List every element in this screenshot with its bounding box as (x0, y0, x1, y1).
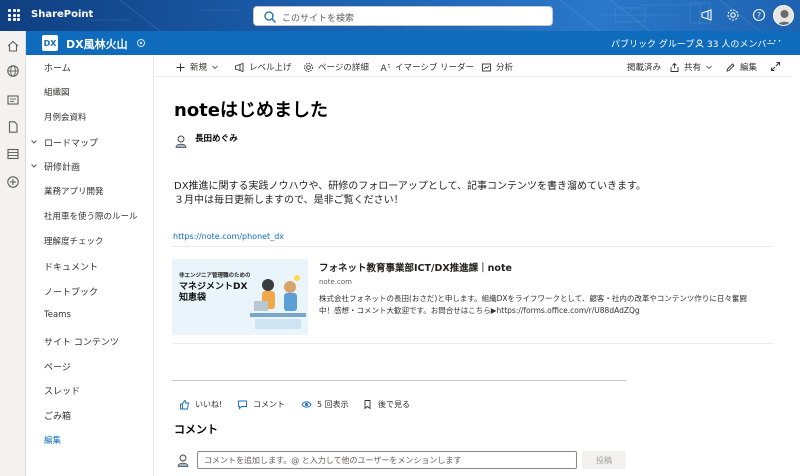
megaphone-icon (235, 62, 244, 72)
share-icon (670, 62, 679, 72)
members-button[interactable]: 33 人のメンバー (695, 37, 775, 50)
nav-item-org-chart[interactable]: 組織図 (44, 86, 70, 98)
thumbnail-caption: 非エンジニア管理職のための (179, 273, 251, 279)
thumbs-up-icon (180, 400, 190, 410)
author-name[interactable]: 長田めぐみ (195, 132, 238, 144)
page-title: noteはじめました (174, 100, 328, 121)
eye-icon (301, 401, 312, 408)
user-avatar[interactable] (773, 5, 794, 26)
site-logo[interactable]: DX (42, 35, 58, 51)
list-icon[interactable] (6, 147, 20, 161)
body-line: DX推進に関する実践ノウハウや、研修のフォローアップとして、記事コンテンツを書き… (174, 181, 647, 192)
pencil-icon (726, 62, 735, 72)
nav-item-site-contents[interactable]: サイト コンテンツ (44, 335, 119, 348)
plus-icon (176, 63, 185, 71)
new-button[interactable]: 新規 (175, 61, 219, 73)
like-button[interactable]: いいね! (179, 399, 222, 410)
gear-icon[interactable] (726, 8, 740, 22)
nav-item-notebook[interactable]: ノートブック (44, 285, 98, 298)
post-comment-button[interactable]: 投稿 (582, 451, 626, 469)
gear-icon (304, 62, 313, 72)
content-divider (172, 380, 626, 381)
nav-item-car-rules[interactable]: 社用車を使う際のルール (44, 210, 138, 222)
author-avatar-icon[interactable] (174, 134, 188, 148)
promote-button[interactable]: レベル上げ (234, 61, 292, 73)
nav-item-documents[interactable]: ドキュメント (44, 260, 98, 273)
nav-item-monthly-materials[interactable]: 月例会資料 (44, 111, 87, 123)
note-link[interactable]: https://note.com/phonet_dx (173, 232, 284, 241)
search-icon (264, 11, 276, 23)
chevron-down-icon (212, 65, 218, 70)
comment-icon (238, 400, 247, 410)
globe-icon[interactable] (6, 64, 20, 78)
svg-text:A: A (381, 64, 388, 73)
card-description: 株式会社フォネットの長田(おさだ)と申します。組織DXをライフワークとして、顧客… (319, 294, 747, 315)
nav-item-quiz[interactable]: 理解度チェック (44, 235, 104, 247)
left-navigation: ホーム 組織図 月例会資料 ロードマップ 研修計画 業務アプリ開発 社用車を使う… (26, 55, 154, 476)
published-status: 掲載済み (627, 63, 662, 73)
save-for-later-button[interactable]: 後で見る (362, 399, 410, 410)
settings-badge-icon[interactable] (136, 38, 146, 48)
share-button[interactable]: 共有 (669, 61, 713, 73)
file-icon[interactable] (6, 120, 20, 134)
svg-text:?: ? (757, 11, 761, 20)
views-count: 5 回表示 (301, 399, 349, 410)
more-options-button[interactable]: ··· (768, 34, 782, 48)
members-count: 33 人のメンバー (707, 40, 776, 50)
page-details-button[interactable]: ページの詳細 (303, 61, 369, 73)
thumbnail-title: マネジメントDX知恵袋 (179, 282, 248, 303)
command-bar: 新規 レベル上げ ページの詳細 A イマーシブ リーダー 分析 掲載済み 共有 … (155, 55, 800, 77)
nav-item-teams[interactable]: Teams (44, 310, 71, 320)
comment-placeholder: コメントを追加します。@ と入力して他のユーザーをメンションします (204, 456, 462, 465)
commenter-avatar-icon (177, 454, 189, 467)
page-body-text: DX推進に関する実践ノウハウや、研修のフォローアップとして、記事コンテンツを書き… (174, 180, 646, 208)
edit-button[interactable]: 編集 (725, 61, 757, 73)
site-header: DX DX風林火山 パブリック グループ 33 人のメンバー ··· (26, 31, 800, 55)
nav-edit-link[interactable]: 編集 (44, 434, 61, 446)
app-rail (0, 31, 26, 476)
nav-item-recycle-bin[interactable]: ごみ箱 (44, 409, 71, 422)
chevron-down-icon[interactable] (29, 161, 39, 171)
person-icon (695, 39, 704, 48)
card-title[interactable]: フォネット教育事業部ICT/DX推進課｜note (319, 260, 512, 274)
site-group-type: パブリック グループ (611, 40, 695, 50)
nav-item-threads[interactable]: スレッド (44, 384, 80, 397)
immersive-reader-icon: A (381, 63, 391, 73)
chevron-down-icon[interactable] (29, 137, 39, 147)
comment-input[interactable]: コメントを追加します。@ と入力して他のユーザーをメンションします (197, 451, 577, 469)
page-scrollbar[interactable] (792, 55, 800, 476)
expand-button[interactable] (770, 61, 781, 72)
nav-item-roadmap[interactable]: ロードマップ (44, 136, 98, 149)
body-line: ３月中は毎日更新しますので、是非ご覧ください！ (174, 195, 404, 206)
bookmark-icon (364, 400, 371, 410)
card-thumbnail: 非エンジニア管理職のための マネジメントDX知恵袋 (172, 259, 308, 335)
chevron-down-icon (706, 65, 712, 70)
app-launcher-icon[interactable] (8, 9, 20, 21)
search-input[interactable]: このサイトを検索 (282, 11, 354, 24)
sharepoint-brand[interactable]: SharePoint (31, 9, 93, 20)
news-icon[interactable] (6, 93, 20, 107)
suite-bar: SharePoint このサイトを検索 ? (0, 0, 800, 31)
expand-icon (771, 62, 780, 71)
analytics-icon (482, 63, 491, 71)
nav-item-pages[interactable]: ページ (44, 360, 71, 373)
card-domain: note.com (319, 278, 352, 286)
megaphone-icon[interactable] (700, 8, 714, 22)
home-icon[interactable] (6, 39, 20, 53)
immersive-reader-button[interactable]: A イマーシブ リーダー (380, 61, 475, 73)
search-box[interactable]: このサイトを検索 (253, 6, 553, 26)
link-preview-card[interactable]: 非エンジニア管理職のための マネジメントDX知恵袋 フォネット教育事業部ICT/… (172, 246, 773, 344)
comment-button[interactable]: コメント (237, 399, 285, 410)
nav-item-app-dev[interactable]: 業務アプリ開発 (44, 185, 104, 197)
add-circle-icon[interactable] (6, 175, 20, 189)
nav-item-home[interactable]: ホーム (44, 61, 71, 74)
analytics-button[interactable]: 分析 (481, 61, 513, 73)
site-name[interactable]: DX風林火山 (66, 36, 128, 52)
help-icon[interactable]: ? (752, 8, 766, 22)
nav-item-training-plan[interactable]: 研修計画 (44, 160, 80, 173)
illustration-icon (250, 275, 306, 329)
comments-heading: コメント (174, 423, 218, 436)
